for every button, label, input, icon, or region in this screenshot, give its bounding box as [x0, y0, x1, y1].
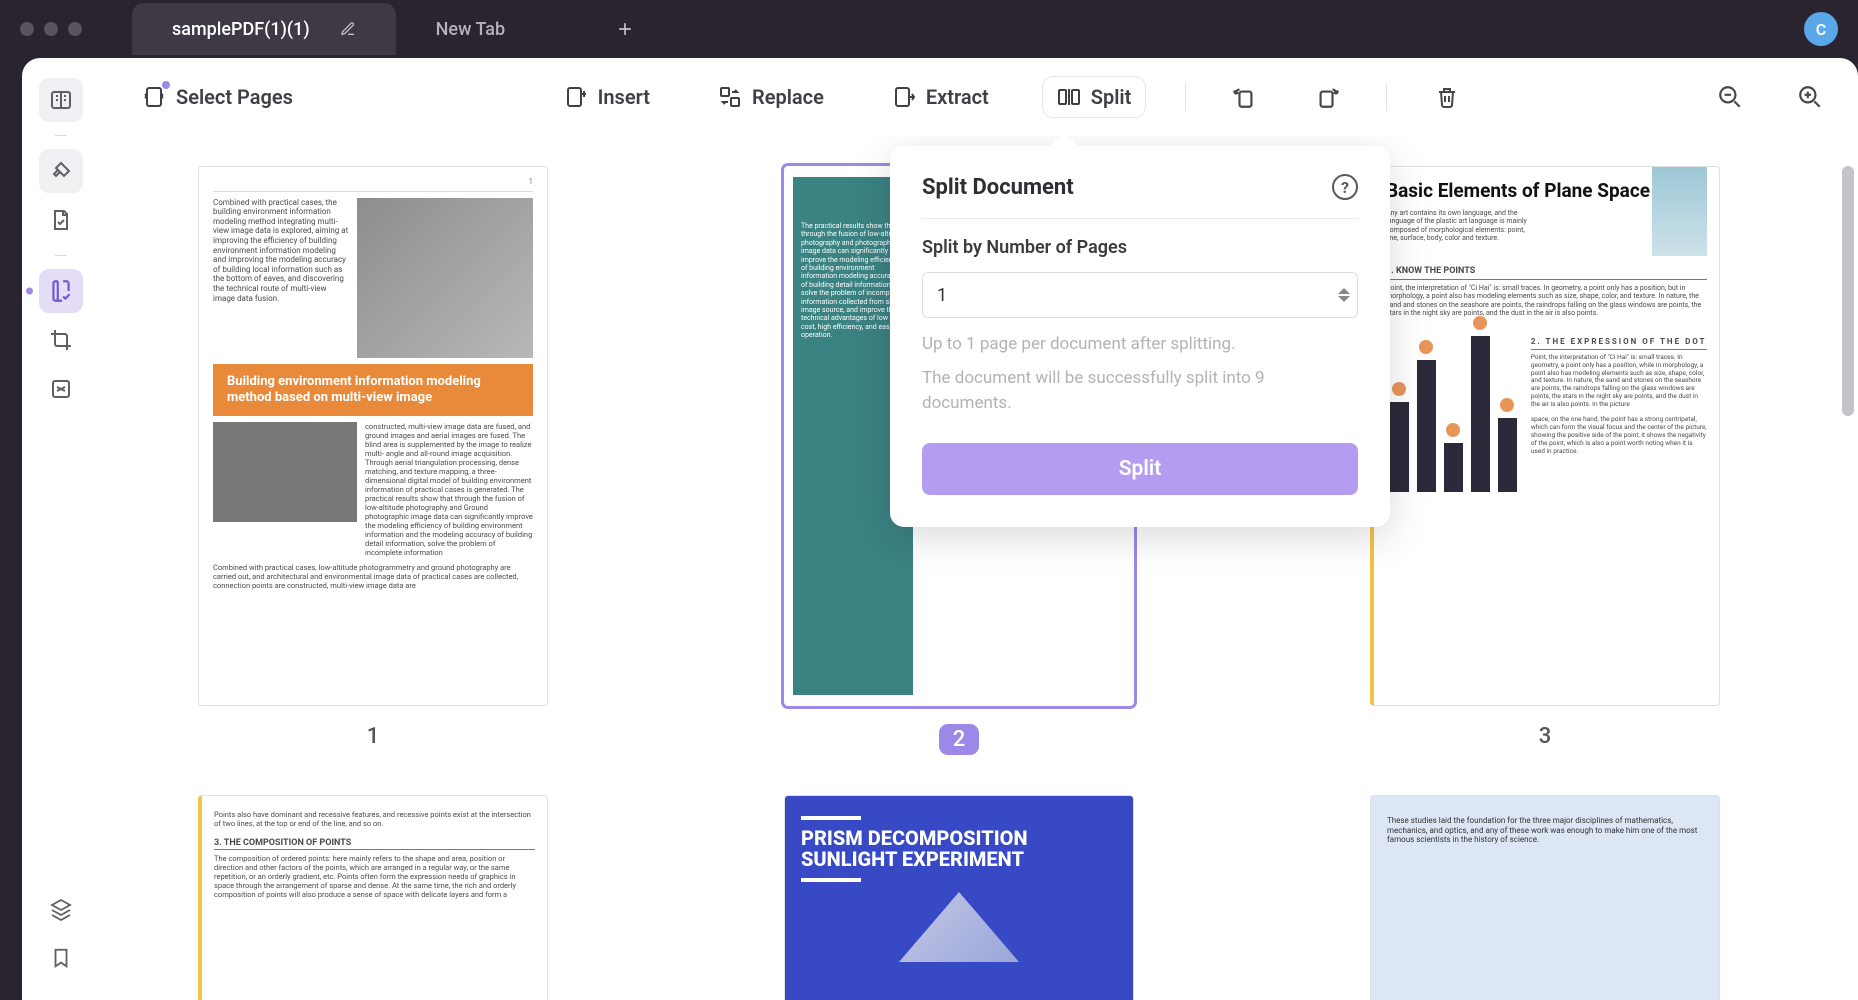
page3-chart [1386, 327, 1521, 492]
avatar-letter: C [1816, 20, 1826, 39]
page-number-selected: 2 [939, 724, 980, 755]
user-avatar[interactable]: C [1804, 12, 1838, 46]
page-thumbnail-3[interactable]: Basic Elements of Plane Space Any art co… [1370, 166, 1720, 706]
tab-label: New Tab [436, 19, 505, 40]
page1-title-band: Building environment information modelin… [213, 364, 533, 417]
split-icon [1057, 85, 1081, 109]
page3-body-1: Point, the interpretation of "Ci Hai" is… [1386, 284, 1707, 318]
page3-heading-2: 2. THE EXPRESSION OF THE DOT [1531, 337, 1707, 350]
page-thumbnail-6[interactable]: These studies laid the foundation for th… [1370, 795, 1720, 1000]
split-pages-input[interactable] [922, 272, 1358, 318]
delete-button[interactable] [1427, 77, 1467, 117]
replace-icon [718, 85, 742, 109]
page1-top-text: Combined with practical cases, the build… [213, 198, 349, 358]
page3-body-3: space, on the one hand, the point has a … [1531, 416, 1707, 455]
extract-button[interactable]: Extract [878, 77, 1003, 117]
page-thumbnail-5[interactable]: PRISM DECOMPOSITION SUNLIGHT EXPERIMENT [784, 795, 1134, 1000]
replace-button[interactable]: Replace [704, 77, 838, 117]
split-confirm-button[interactable]: Split [922, 443, 1358, 495]
page-cell: 1 Combined with practical cases, the bui… [140, 166, 606, 755]
page5-title: PRISM DECOMPOSITION SUNLIGHT EXPERIMENT [801, 828, 1117, 870]
extract-icon [892, 85, 916, 109]
page-edit-tool-button[interactable] [39, 269, 83, 313]
insert-button[interactable]: Insert [550, 77, 664, 117]
split-mode-label: Split by Number of Pages [922, 237, 1358, 258]
traffic-lights [20, 22, 82, 36]
select-pages-icon [142, 85, 166, 109]
button-label: Insert [598, 85, 650, 109]
page-edit-toolbar: Select Pages Insert Replace Extract [100, 58, 1858, 136]
select-pages-button[interactable]: Select Pages [128, 77, 307, 117]
separator [55, 135, 67, 136]
window-titlebar: samplePDF(1)(1) New Tab C [0, 0, 1858, 58]
page4-heading: 3. THE COMPOSITION OF POINTS [214, 838, 535, 850]
split-button[interactable]: Split [1043, 77, 1146, 117]
split-hint-2: The document will be successfully split … [922, 366, 1358, 417]
button-label: Extract [926, 85, 989, 109]
tab-label: samplePDF(1)(1) [172, 19, 310, 40]
page-number: 3 [1539, 724, 1552, 749]
page1-image-2 [213, 422, 357, 522]
scrollbar-thumb[interactable] [1842, 166, 1854, 416]
redact-tool-button[interactable] [39, 367, 83, 411]
close-window-button[interactable] [20, 22, 34, 36]
stepper-down-button[interactable] [1338, 296, 1350, 302]
zoom-out-button[interactable] [1710, 77, 1750, 117]
maximize-window-button[interactable] [68, 22, 82, 36]
tab-bar: samplePDF(1)(1) New Tab [132, 0, 1804, 58]
crop-tool-button[interactable] [39, 318, 83, 362]
minimize-window-button[interactable] [44, 22, 58, 36]
page4-intro: Points also have dominant and recessive … [214, 810, 535, 828]
main-content: Select Pages Insert Replace Extract [100, 58, 1858, 1000]
pencil-icon[interactable] [340, 21, 356, 37]
app-body: Select Pages Insert Replace Extract [22, 58, 1858, 1000]
layers-button[interactable] [39, 887, 83, 931]
page-thumbnail-1[interactable]: 1 Combined with practical cases, the bui… [198, 166, 548, 706]
zoom-in-button[interactable] [1790, 77, 1830, 117]
page5-prism-graphic [899, 892, 1019, 962]
split-popover: Split Document ? Split by Number of Page… [890, 146, 1390, 527]
help-icon[interactable]: ? [1332, 174, 1358, 200]
tab-samplepdf[interactable]: samplePDF(1)(1) [132, 3, 396, 55]
button-label: Split [1091, 85, 1132, 109]
page3-subtitle: Any art contains its own language, and t… [1386, 209, 1532, 243]
page-cell: Points also have dominant and recessive … [140, 795, 606, 1000]
rotate-left-button[interactable] [1226, 77, 1266, 117]
page-thumbnail-4[interactable]: Points also have dominant and recessive … [198, 795, 548, 1000]
page-cell: These studies laid the foundation for th… [1312, 795, 1778, 1000]
popover-title: Split Document [922, 175, 1074, 200]
stepper-up-button[interactable] [1338, 288, 1350, 294]
page1-footer-text: Combined with practical cases, low-altit… [213, 563, 533, 590]
button-label: Split [1119, 457, 1162, 481]
reader-mode-button[interactable] [39, 78, 83, 122]
bookmark-button[interactable] [39, 936, 83, 980]
page-cell: PRISM DECOMPOSITION SUNLIGHT EXPERIMENT [726, 795, 1192, 1000]
page4-body: The composition of ordered points: here … [214, 854, 535, 899]
edit-tool-button[interactable] [39, 198, 83, 242]
separator [55, 255, 67, 256]
page1-image-1 [357, 198, 533, 358]
add-tab-button[interactable] [605, 9, 645, 49]
page3-title: Basic Elements of Plane Space [1386, 181, 1652, 201]
separator [1386, 83, 1387, 111]
split-hint-1: Up to 1 page per document after splittin… [922, 332, 1358, 358]
stepper [1338, 288, 1350, 302]
rotate-right-button[interactable] [1306, 77, 1346, 117]
left-toolbar [22, 58, 100, 1000]
page6-body: These studies laid the foundation for th… [1387, 816, 1703, 845]
insert-icon [564, 85, 588, 109]
page3-col2: 2. THE EXPRESSION OF THE DOT Point, the … [1531, 327, 1707, 492]
highlight-tool-button[interactable] [39, 149, 83, 193]
pages-grid-container[interactable]: 1 Combined with practical cases, the bui… [100, 136, 1858, 1000]
page3-body-2: Point, the interpretation of "Ci Hai" is… [1531, 354, 1707, 409]
page3-heading-1: 1. KNOW THE POINTS [1386, 266, 1707, 280]
page-number: 1 [367, 724, 380, 749]
button-label: Select Pages [176, 85, 293, 109]
page1-body-text: constructed, multi-view image data are f… [365, 422, 533, 557]
separator [1185, 83, 1186, 111]
tab-new[interactable]: New Tab [396, 3, 545, 55]
page3-image [1652, 166, 1707, 256]
button-label: Replace [752, 85, 824, 109]
